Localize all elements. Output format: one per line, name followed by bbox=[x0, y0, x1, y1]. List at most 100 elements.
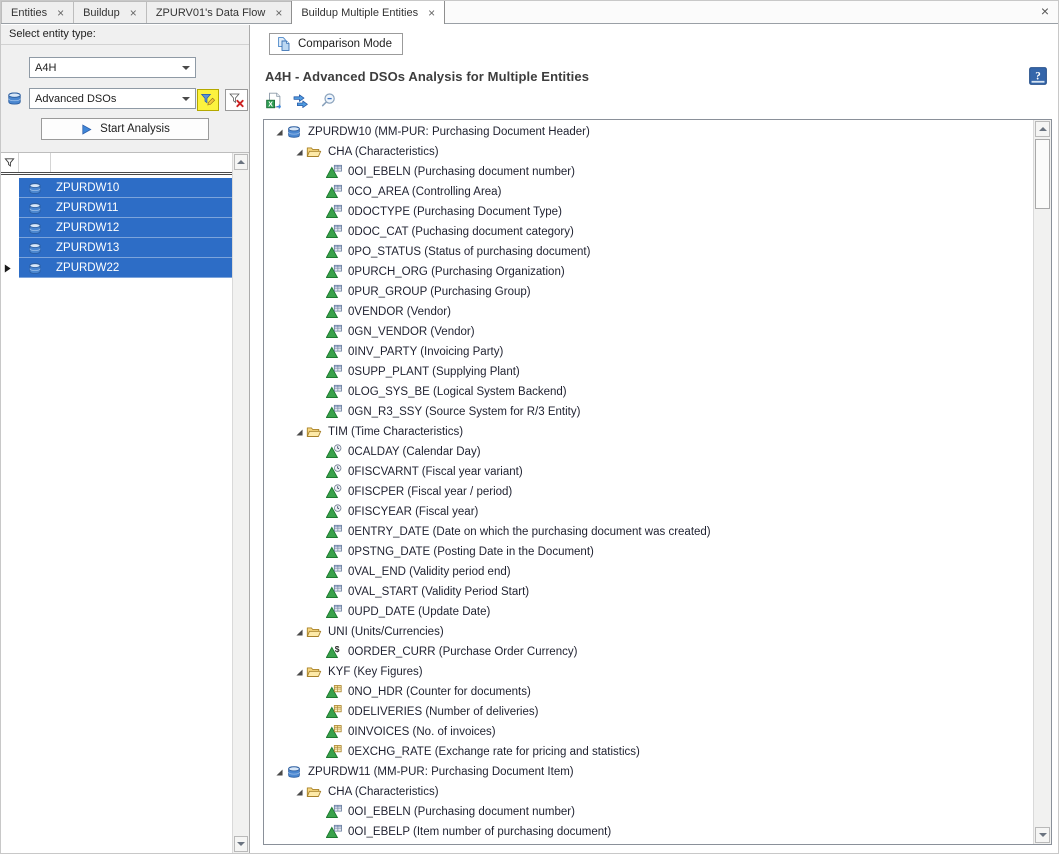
tree-item[interactable]: 0OI_EBELN (Purchasing document number) bbox=[264, 162, 1033, 182]
entity-row[interactable]: ZPURDW11 bbox=[1, 198, 232, 218]
tree-item[interactable]: CHA (Characteristics) bbox=[264, 782, 1033, 802]
tree-item[interactable]: 0PURCH_ORG (Purchasing Organization) bbox=[264, 262, 1033, 282]
tree-item[interactable]: 0DOCTYPE (Purchasing Document Type) bbox=[264, 202, 1033, 222]
system-dropdown[interactable]: A4H bbox=[29, 57, 196, 78]
keyfigure-icon bbox=[326, 724, 342, 740]
tree-item[interactable]: ZPURDW11 (MM-PUR: Purchasing Document It… bbox=[264, 762, 1033, 782]
zoom-out-icon[interactable] bbox=[318, 91, 338, 111]
adso-icon bbox=[27, 241, 43, 256]
scroll-down-icon[interactable] bbox=[234, 836, 248, 852]
scroll-up-icon[interactable] bbox=[1035, 121, 1050, 137]
tree-item-label: 0INV_PARTY (Invoicing Party) bbox=[348, 346, 503, 358]
tree-item[interactable]: 0PUR_GROUP (Purchasing Group) bbox=[264, 282, 1033, 302]
entity-type-dropdown[interactable]: Advanced DSOs bbox=[29, 88, 196, 109]
start-analysis-button[interactable]: Start Analysis bbox=[41, 118, 209, 140]
tab-bar: Entities×Buildup×ZPURV01's Data Flow×Bui… bbox=[1, 1, 1058, 24]
tree-item[interactable]: 0LOG_SYS_BE (Logical System Backend) bbox=[264, 382, 1033, 402]
expander-spacer bbox=[312, 507, 326, 517]
tree-item[interactable]: KYF (Key Figures) bbox=[264, 662, 1033, 682]
tree-scrollbar[interactable] bbox=[1033, 120, 1051, 844]
tree-item[interactable]: 0ENTRY_DATE (Date on which the purchasin… bbox=[264, 522, 1033, 542]
expander-spacer bbox=[312, 687, 326, 697]
tree-item[interactable]: 0CO_AREA (Controlling Area) bbox=[264, 182, 1033, 202]
tree-item[interactable]: 0INVOICES (No. of invoices) bbox=[264, 722, 1033, 742]
expander-spacer bbox=[312, 187, 326, 197]
tree-item[interactable]: 0VAL_START (Validity Period Start) bbox=[264, 582, 1033, 602]
tree-item[interactable]: 0VAL_END (Validity period end) bbox=[264, 562, 1033, 582]
entity-list-scrollbar[interactable] bbox=[232, 153, 249, 853]
time-characteristic-icon bbox=[326, 464, 342, 480]
tree-item[interactable]: 0SUPP_PLANT (Supplying Plant) bbox=[264, 362, 1033, 382]
expander-expanded-icon[interactable] bbox=[292, 667, 306, 677]
help-icon[interactable]: ? bbox=[1029, 67, 1047, 85]
tree-item-label: 0CO_AREA (Controlling Area) bbox=[348, 186, 501, 198]
tree-item[interactable]: 0DOC_CAT (Puchasing document category) bbox=[264, 222, 1033, 242]
tree-item[interactable]: 0PSTNG_DATE (Posting Date in the Documen… bbox=[264, 542, 1033, 562]
expander-expanded-icon[interactable] bbox=[292, 427, 306, 437]
tree-item[interactable]: ZPURDW10 (MM-PUR: Purchasing Document He… bbox=[264, 122, 1033, 142]
tab-close-icon[interactable]: × bbox=[428, 8, 435, 18]
tree-item[interactable]: 0FISCPER (Fiscal year / period) bbox=[264, 482, 1033, 502]
expander-expanded-icon[interactable] bbox=[272, 767, 286, 777]
tree-item[interactable]: 0NO_HDR (Counter for documents) bbox=[264, 682, 1033, 702]
tree-item-label: ZPURDW10 (MM-PUR: Purchasing Document He… bbox=[308, 126, 590, 138]
tree-item[interactable]: $0ORDER_CURR (Purchase Order Currency) bbox=[264, 642, 1033, 662]
transfer-arrows-icon[interactable] bbox=[291, 91, 311, 111]
tree-item[interactable]: 0DELIVERIES (Number of deliveries) bbox=[264, 702, 1033, 722]
tab-close-icon[interactable]: × bbox=[57, 8, 64, 18]
characteristic-icon bbox=[326, 824, 342, 840]
tree-item[interactable]: 0VENDOR (Vendor) bbox=[264, 302, 1033, 322]
expander-spacer bbox=[312, 527, 326, 537]
tree-item[interactable]: CHA (Characteristics) bbox=[264, 142, 1033, 162]
tree-item[interactable]: 0CALDAY (Calendar Day) bbox=[264, 442, 1033, 462]
adso-icon bbox=[27, 181, 43, 196]
time-characteristic-icon bbox=[326, 484, 342, 500]
entity-row[interactable]: ZPURDW10 bbox=[1, 178, 232, 198]
funnel-icon[interactable] bbox=[1, 153, 19, 172]
tab-close-icon[interactable]: × bbox=[275, 8, 282, 18]
expander-expanded-icon[interactable] bbox=[272, 127, 286, 137]
tree-item[interactable]: 0OI_EBELN (Purchasing document number) bbox=[264, 802, 1033, 822]
tree-item[interactable]: 0INV_PARTY (Invoicing Party) bbox=[264, 342, 1033, 362]
tree-item-label: 0VAL_END (Validity period end) bbox=[348, 566, 511, 578]
export-excel-icon[interactable]: X bbox=[264, 91, 284, 111]
tab-zpurv01-s-data-flow[interactable]: ZPURV01's Data Flow× bbox=[146, 1, 293, 23]
tree-item[interactable]: UNI (Units/Currencies) bbox=[264, 622, 1033, 642]
tree-item[interactable]: TIM (Time Characteristics) bbox=[264, 422, 1033, 442]
characteristic-icon bbox=[326, 604, 342, 620]
tab-buildup-multiple-entities[interactable]: Buildup Multiple Entities × bbox=[291, 0, 445, 24]
folder-icon bbox=[306, 424, 322, 440]
filter-clear-button[interactable] bbox=[225, 89, 248, 111]
tab-buildup[interactable]: Buildup× bbox=[73, 1, 147, 23]
entity-row[interactable]: ZPURDW22 bbox=[1, 258, 232, 278]
expander-spacer bbox=[312, 407, 326, 417]
tab-label: Entities bbox=[11, 7, 47, 19]
tree-item[interactable]: 0OI_EBELP (Item number of purchasing doc… bbox=[264, 822, 1033, 842]
tree-item[interactable]: 0GN_R3_SSY (Source System for R/3 Entity… bbox=[264, 402, 1033, 422]
entity-row[interactable]: ZPURDW13 bbox=[1, 238, 232, 258]
scroll-down-icon[interactable] bbox=[1035, 827, 1050, 843]
scroll-up-icon[interactable] bbox=[234, 154, 248, 170]
row-selector-cell bbox=[1, 238, 19, 258]
expander-expanded-icon[interactable] bbox=[292, 627, 306, 637]
entity-row[interactable]: ZPURDW12 bbox=[1, 218, 232, 238]
tabbar-close-icon[interactable]: × bbox=[1041, 3, 1058, 21]
tree-item-label: 0DELIVERIES (Number of deliveries) bbox=[348, 706, 538, 718]
tab-close-icon[interactable]: × bbox=[130, 8, 137, 18]
tree-item[interactable]: 0UPD_DATE (Update Date) bbox=[264, 602, 1033, 622]
scrollbar-thumb[interactable] bbox=[1035, 139, 1050, 209]
tab-label: Buildup Multiple Entities bbox=[301, 7, 418, 19]
tree-item[interactable]: 0FISCYEAR (Fiscal year) bbox=[264, 502, 1033, 522]
expander-expanded-icon[interactable] bbox=[292, 147, 306, 157]
tree-item-label: CHA (Characteristics) bbox=[328, 786, 439, 798]
comparison-mode-button[interactable]: Comparison Mode bbox=[269, 33, 403, 55]
tab-entities[interactable]: Entities × bbox=[1, 1, 74, 23]
tree-item[interactable]: 0FISCVARNT (Fiscal year variant) bbox=[264, 462, 1033, 482]
tree-item[interactable]: 0GN_VENDOR (Vendor) bbox=[264, 322, 1033, 342]
tree-item[interactable]: 0EXCHG_RATE (Exchange rate for pricing a… bbox=[264, 742, 1033, 762]
tree-item-label: 0FISCYEAR (Fiscal year) bbox=[348, 506, 478, 518]
expander-spacer bbox=[312, 227, 326, 237]
tree-item[interactable]: 0PO_STATUS (Status of purchasing documen… bbox=[264, 242, 1033, 262]
expander-expanded-icon[interactable] bbox=[292, 787, 306, 797]
filter-edit-button[interactable] bbox=[197, 89, 219, 111]
